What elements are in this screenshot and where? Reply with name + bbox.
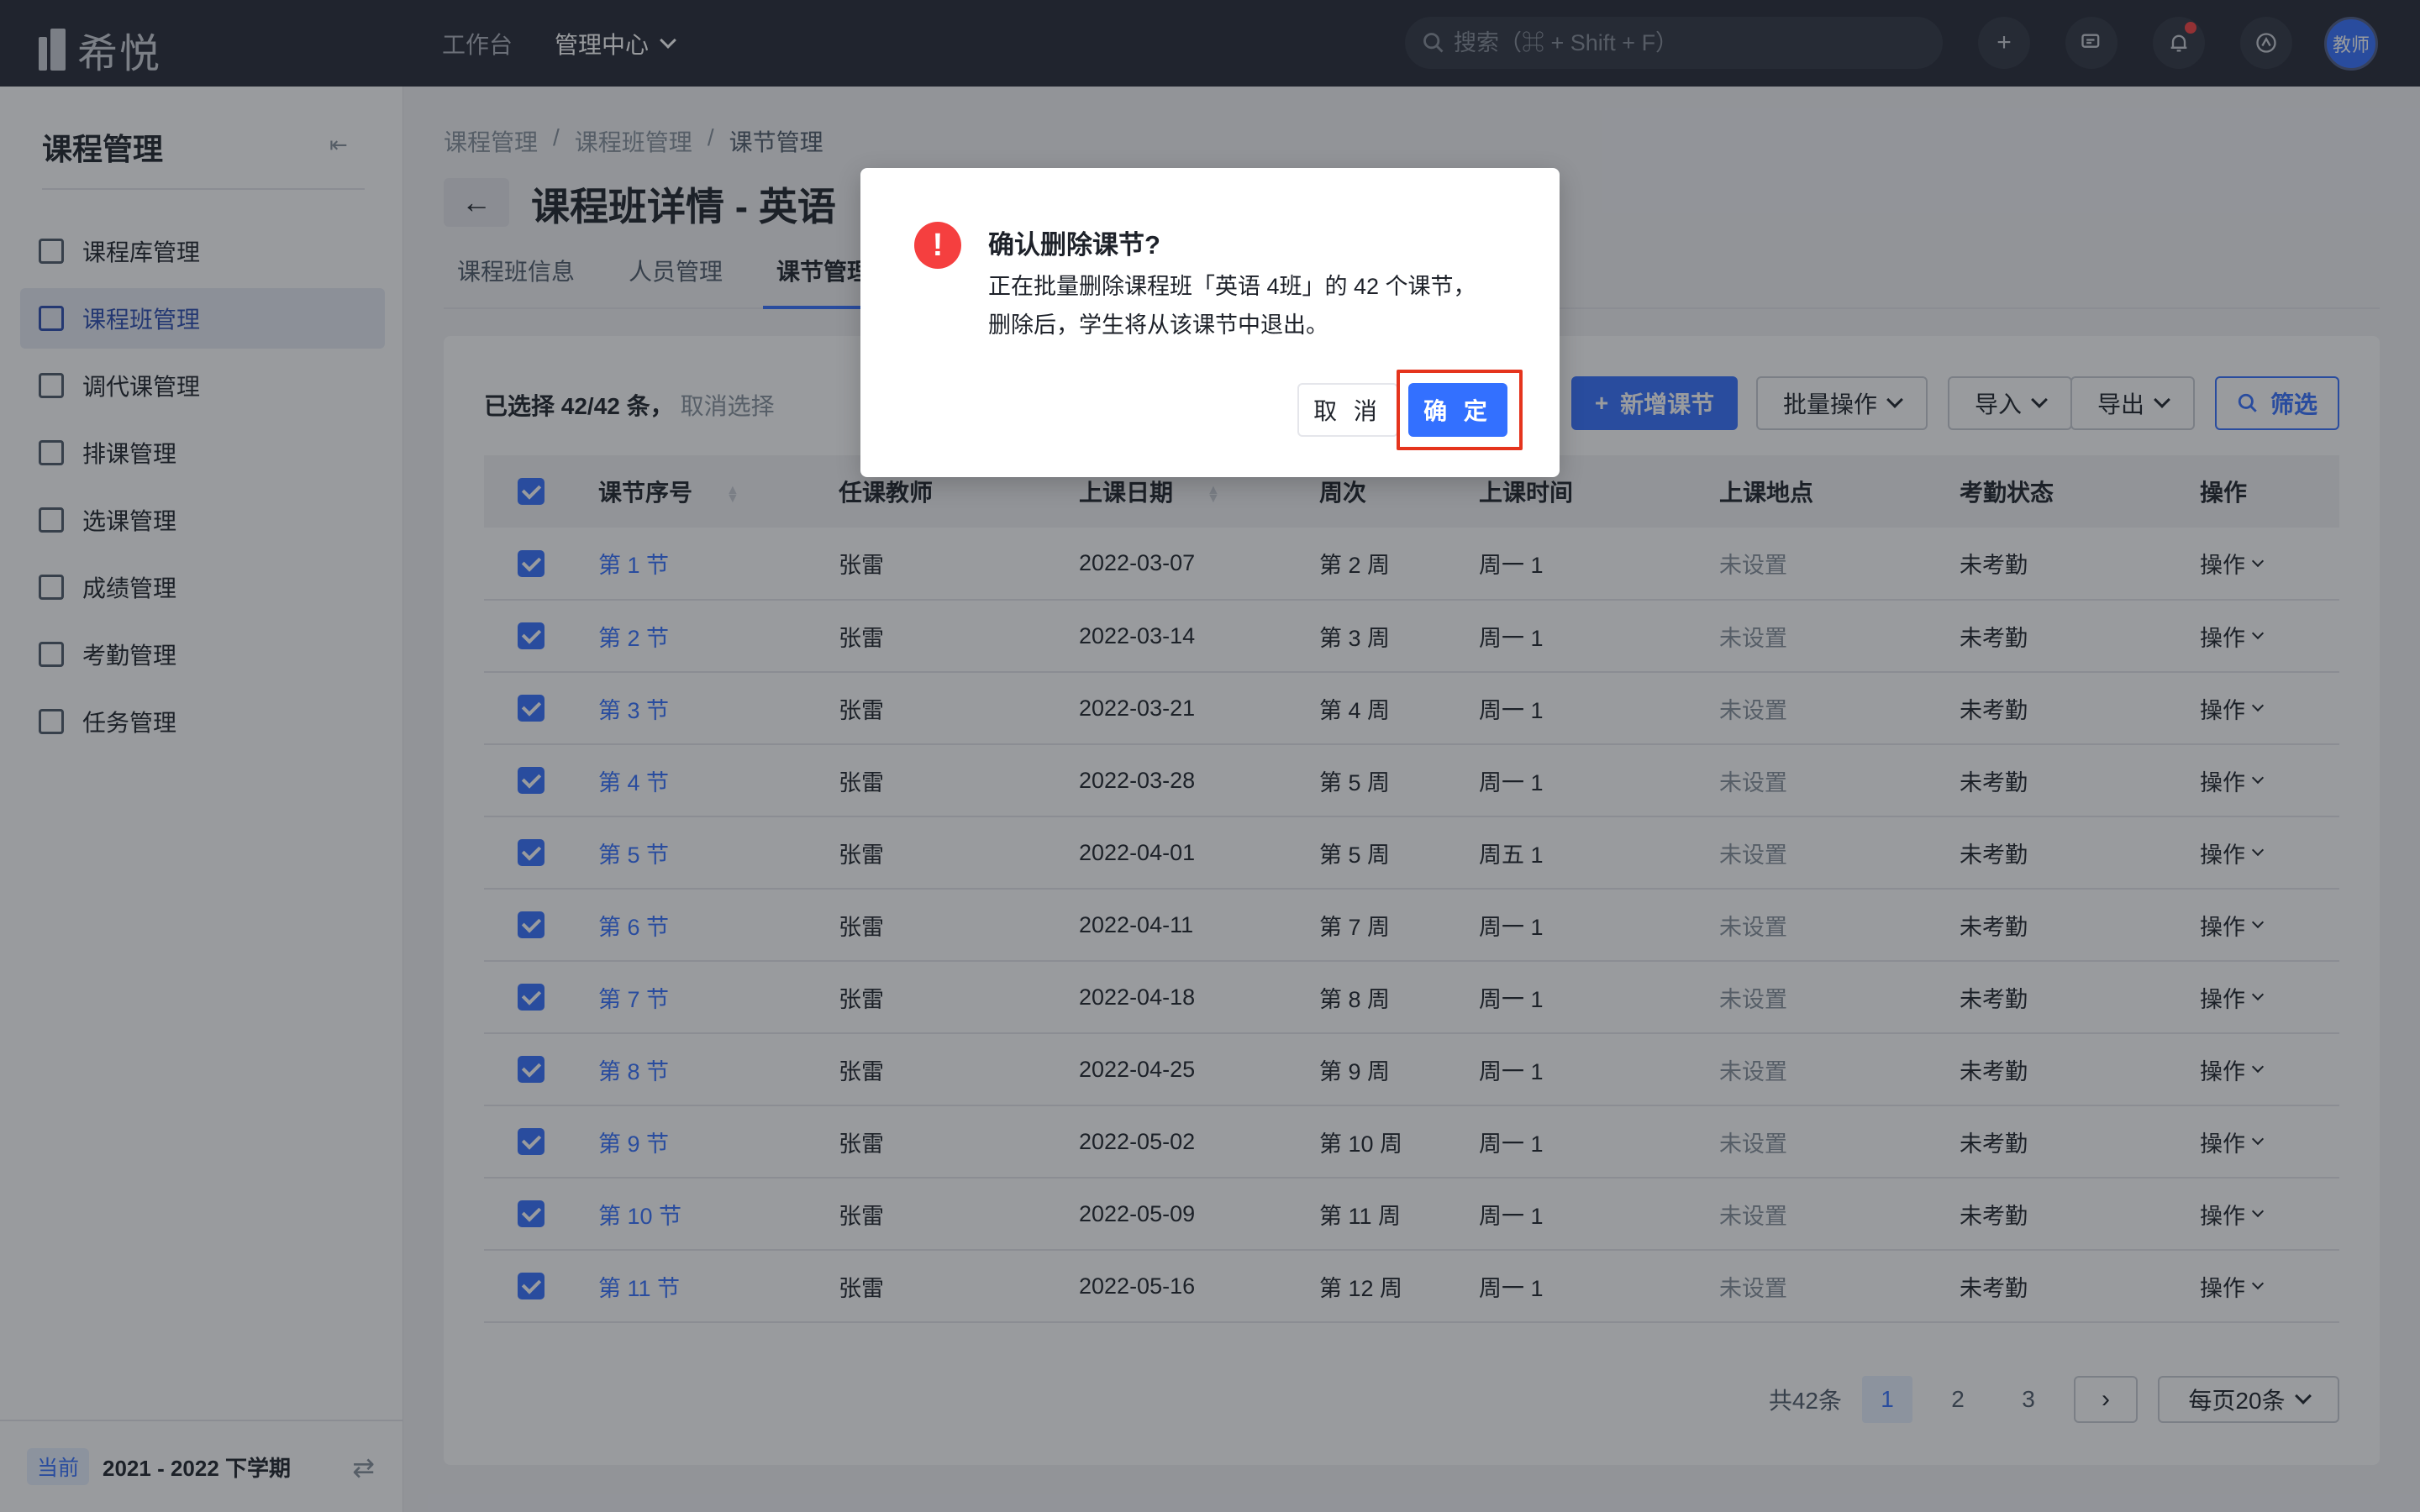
cancel-button[interactable]: 取 消 [1297, 383, 1398, 437]
dialog-body-line2: 删除后，学生将从该课节中退出。 [988, 312, 1328, 338]
dialog-body: 正在批量删除课程班「英语 4班」的 42 个课节， 删除后，学生将从该课节中退出… [988, 267, 1526, 344]
warning-icon: ! [914, 222, 961, 269]
dialog-title: 确认删除课节? [988, 230, 1160, 260]
dialog-body-line1: 正在批量删除课程班「英语 4班」的 42 个课节， [988, 274, 1476, 299]
confirm-button-highlight [1397, 370, 1523, 450]
